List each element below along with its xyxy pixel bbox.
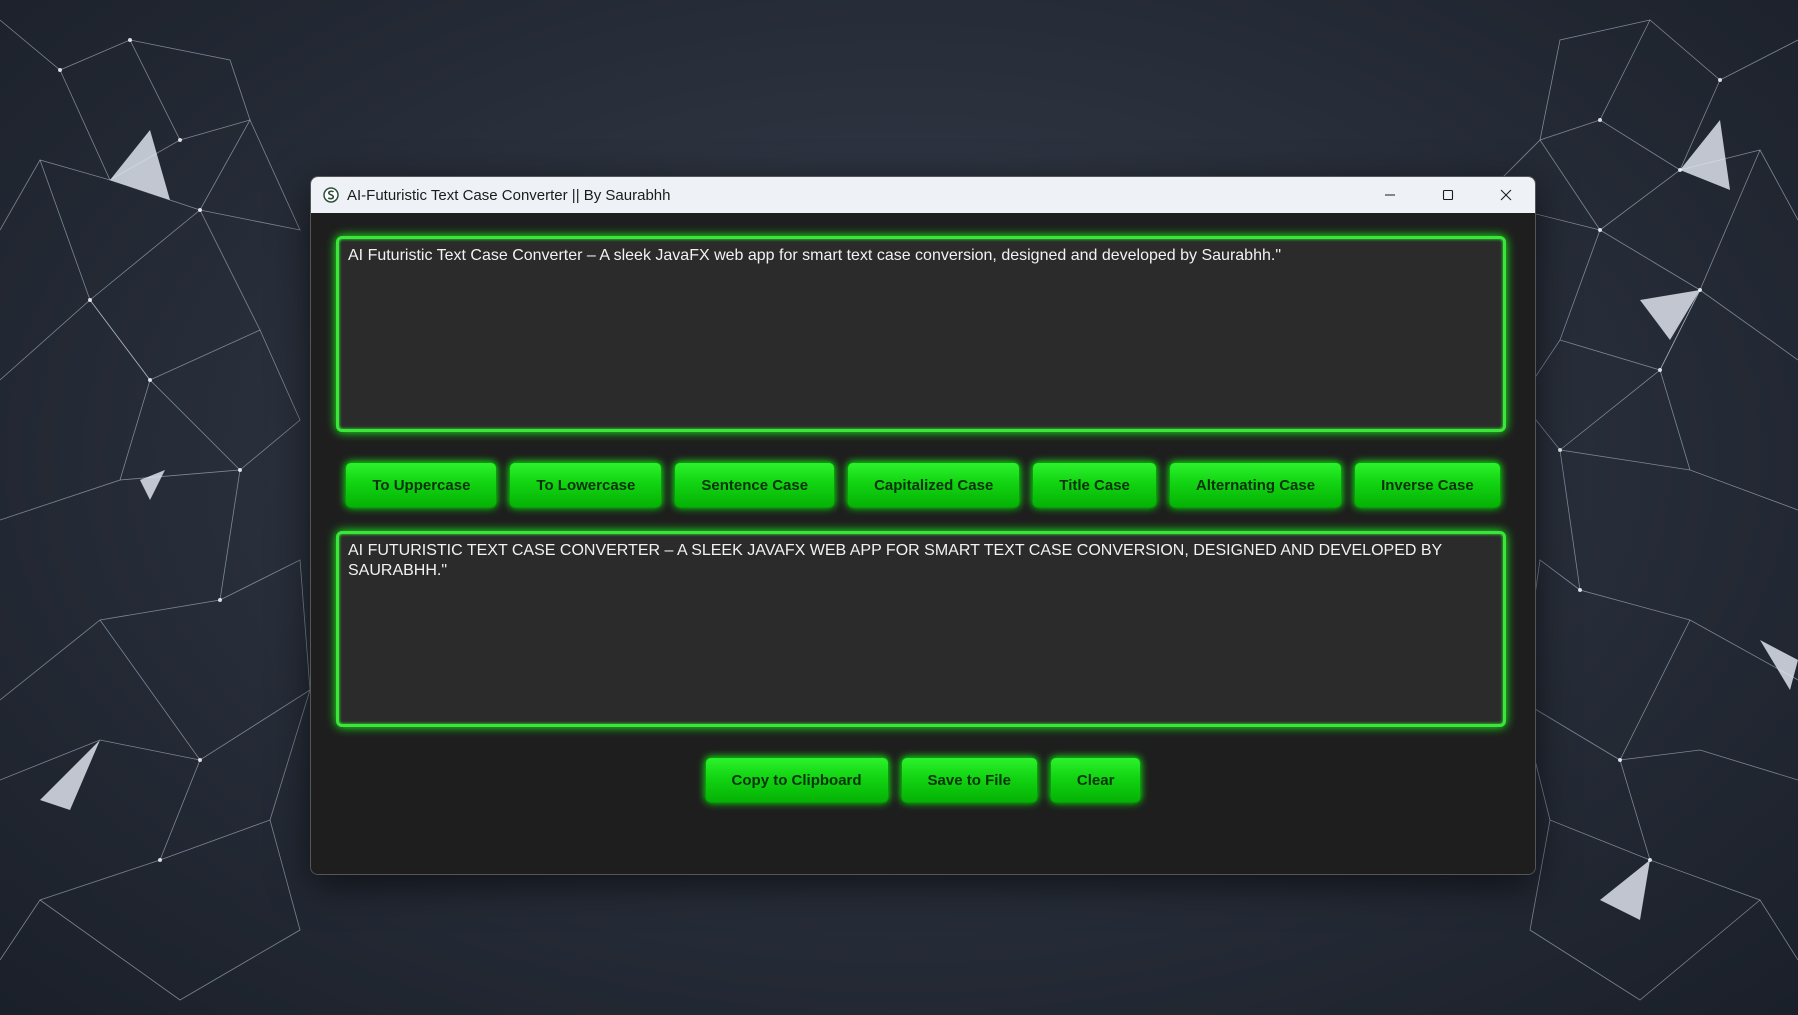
save-to-file-button[interactable]: Save to File <box>900 757 1038 803</box>
to-uppercase-button[interactable]: To Uppercase <box>345 462 498 508</box>
app-window: AI-Futuristic Text Case Converter || By … <box>310 176 1536 875</box>
output-text-area[interactable]: AI FUTURISTIC TEXT CASE CONVERTER – A SL… <box>336 531 1506 727</box>
copy-to-clipboard-button[interactable]: Copy to Clipboard <box>704 757 889 803</box>
inverse-case-button[interactable]: Inverse Case <box>1354 462 1501 508</box>
to-lowercase-button[interactable]: To Lowercase <box>509 462 663 508</box>
action-button-row: Copy to Clipboard Save to File Clear <box>311 757 1535 803</box>
sentence-case-button[interactable]: Sentence Case <box>674 462 836 508</box>
window-controls <box>1361 177 1535 213</box>
capitalized-case-button[interactable]: Capitalized Case <box>847 462 1021 508</box>
alternating-case-button[interactable]: Alternating Case <box>1168 462 1343 508</box>
app-logo-icon <box>323 187 339 203</box>
input-text-area[interactable]: AI Futuristic Text Case Converter – A sl… <box>336 236 1506 432</box>
title-case-button[interactable]: Title Case <box>1032 462 1157 508</box>
app-content: AI Futuristic Text Case Converter – A sl… <box>311 213 1535 874</box>
clear-button[interactable]: Clear <box>1049 757 1142 803</box>
case-button-row: To Uppercase To Lowercase Sentence Case … <box>311 462 1535 508</box>
title-bar[interactable]: AI-Futuristic Text Case Converter || By … <box>311 177 1535 213</box>
close-button[interactable] <box>1477 177 1535 213</box>
window-title: AI-Futuristic Text Case Converter || By … <box>347 186 671 204</box>
maximize-button[interactable] <box>1419 177 1477 213</box>
minimize-button[interactable] <box>1361 177 1419 213</box>
close-icon <box>1500 189 1512 201</box>
maximize-icon <box>1442 189 1454 201</box>
minimize-icon <box>1385 194 1395 196</box>
